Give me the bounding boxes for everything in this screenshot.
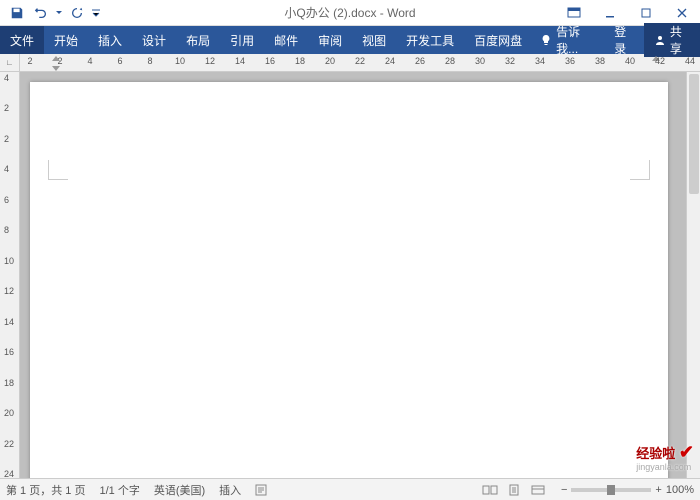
vruler-tick: 10 bbox=[4, 256, 14, 266]
zoom-in-button[interactable]: + bbox=[655, 484, 661, 496]
zoom-slider[interactable] bbox=[571, 488, 651, 492]
tab-design[interactable]: 设计 bbox=[132, 26, 176, 54]
status-language[interactable]: 英语(美国) bbox=[154, 482, 205, 498]
hruler-tick: 6 bbox=[117, 56, 122, 66]
title-appname: Word bbox=[387, 6, 415, 20]
login-button[interactable]: 登录 bbox=[606, 23, 644, 57]
vruler-tick: 18 bbox=[4, 378, 14, 388]
window-title: 小Q办公 (2).docx - Word bbox=[284, 4, 415, 21]
horizontal-ruler-row: ∟ 22468101214161820222426283032343638404… bbox=[0, 54, 700, 72]
status-page[interactable]: 第 1 页，共 1 页 bbox=[6, 482, 85, 498]
watermark: 经验啦 ✔ jingyanla.com bbox=[636, 442, 694, 472]
ribbon-tabs: 文件 开始 插入 设计 布局 引用 邮件 审阅 视图 开发工具 百度网盘 告诉我… bbox=[0, 26, 700, 54]
vruler-tick: 4 bbox=[4, 73, 9, 83]
tell-me-search[interactable]: 告诉我... bbox=[532, 26, 606, 54]
ruler-corner: ∟ bbox=[0, 54, 20, 71]
checkmark-icon: ✔ bbox=[679, 442, 694, 462]
vruler-tick: 8 bbox=[4, 225, 9, 235]
hruler-tick: 36 bbox=[565, 56, 575, 66]
vruler-tick: 16 bbox=[4, 347, 14, 357]
status-insert-mode[interactable]: 插入 bbox=[219, 482, 241, 498]
scrollbar-thumb[interactable] bbox=[689, 74, 699, 194]
lightbulb-icon bbox=[540, 34, 552, 46]
status-bar: 第 1 页，共 1 页 1/1 个字 英语(美国) 插入 − + 100% bbox=[0, 478, 700, 500]
vruler-tick: 6 bbox=[4, 195, 9, 205]
view-print-button[interactable] bbox=[505, 483, 523, 497]
vertical-ruler[interactable]: 4224681012141618202224 bbox=[0, 72, 20, 478]
tab-mailings[interactable]: 邮件 bbox=[264, 26, 308, 54]
horizontal-ruler[interactable]: 2246810121416182022242628303234363840424… bbox=[20, 54, 700, 71]
hruler-tick: 2 bbox=[27, 56, 32, 66]
share-label: 共享 bbox=[670, 23, 690, 57]
view-buttons bbox=[481, 483, 547, 497]
hruler-tick: 14 bbox=[235, 56, 245, 66]
hruler-tick: 28 bbox=[445, 56, 455, 66]
hruler-tick: 10 bbox=[175, 56, 185, 66]
tab-view[interactable]: 视图 bbox=[352, 26, 396, 54]
hruler-tick: 24 bbox=[385, 56, 395, 66]
hruler-tick: 44 bbox=[685, 56, 695, 66]
margin-marker-top-right bbox=[630, 160, 650, 180]
qat-customize-dropdown[interactable] bbox=[90, 2, 102, 24]
view-read-button[interactable] bbox=[481, 483, 499, 497]
vruler-tick: 20 bbox=[4, 408, 14, 418]
hruler-tick: 18 bbox=[295, 56, 305, 66]
hruler-tick: 42 bbox=[655, 56, 665, 66]
hruler-tick: 34 bbox=[535, 56, 545, 66]
zoom-slider-thumb[interactable] bbox=[607, 485, 615, 495]
hruler-tick: 38 bbox=[595, 56, 605, 66]
status-trackchanges[interactable] bbox=[255, 484, 269, 496]
tab-insert[interactable]: 插入 bbox=[88, 26, 132, 54]
view-web-button[interactable] bbox=[529, 483, 547, 497]
save-button[interactable] bbox=[6, 2, 28, 24]
quick-access-toolbar bbox=[0, 2, 102, 24]
zoom-out-button[interactable]: − bbox=[561, 484, 567, 496]
hruler-tick: 12 bbox=[205, 56, 215, 66]
hruler-tick: 30 bbox=[475, 56, 485, 66]
hruler-tick: 4 bbox=[87, 56, 92, 66]
vruler-tick: 4 bbox=[4, 164, 9, 174]
undo-dropdown[interactable] bbox=[54, 2, 64, 24]
hruler-tick: 16 bbox=[265, 56, 275, 66]
hruler-tick: 8 bbox=[147, 56, 152, 66]
vruler-tick: 12 bbox=[4, 286, 14, 296]
tab-developer[interactable]: 开发工具 bbox=[396, 26, 464, 54]
document-page[interactable] bbox=[30, 82, 668, 478]
zoom-percent[interactable]: 100% bbox=[666, 484, 694, 496]
redo-button[interactable] bbox=[66, 2, 88, 24]
hruler-tick: 22 bbox=[355, 56, 365, 66]
tab-references[interactable]: 引用 bbox=[220, 26, 264, 54]
vertical-scrollbar[interactable] bbox=[686, 72, 700, 478]
hruler-tick: 32 bbox=[505, 56, 515, 66]
track-changes-icon bbox=[255, 484, 269, 496]
vruler-tick: 14 bbox=[4, 317, 14, 327]
document-canvas[interactable] bbox=[20, 72, 686, 478]
undo-button[interactable] bbox=[30, 2, 52, 24]
watermark-sub: jingyanla.com bbox=[636, 463, 694, 472]
tab-home[interactable]: 开始 bbox=[44, 26, 88, 54]
status-wordcount[interactable]: 1/1 个字 bbox=[99, 482, 139, 498]
vruler-tick: 2 bbox=[4, 103, 9, 113]
hruler-tick: 20 bbox=[325, 56, 335, 66]
title-filename: 小Q办公 (2).docx bbox=[284, 6, 376, 20]
margin-marker-top-left bbox=[48, 160, 68, 180]
tab-layout[interactable]: 布局 bbox=[176, 26, 220, 54]
vruler-tick: 24 bbox=[4, 469, 14, 479]
tell-me-text: 告诉我... bbox=[556, 23, 598, 57]
tab-review[interactable]: 审阅 bbox=[308, 26, 352, 54]
share-button[interactable]: 共享 bbox=[644, 23, 700, 57]
document-area: 4224681012141618202224 bbox=[0, 72, 700, 478]
tab-baidu[interactable]: 百度网盘 bbox=[464, 26, 532, 54]
tab-file[interactable]: 文件 bbox=[0, 26, 44, 54]
hruler-tick: 40 bbox=[625, 56, 635, 66]
share-icon bbox=[654, 34, 666, 46]
hruler-tick: 2 bbox=[57, 56, 62, 66]
watermark-main: 经验啦 bbox=[636, 446, 675, 461]
zoom-control: − + 100% bbox=[561, 484, 694, 496]
hruler-tick: 26 bbox=[415, 56, 425, 66]
vruler-tick: 22 bbox=[4, 439, 14, 449]
vruler-tick: 2 bbox=[4, 134, 9, 144]
